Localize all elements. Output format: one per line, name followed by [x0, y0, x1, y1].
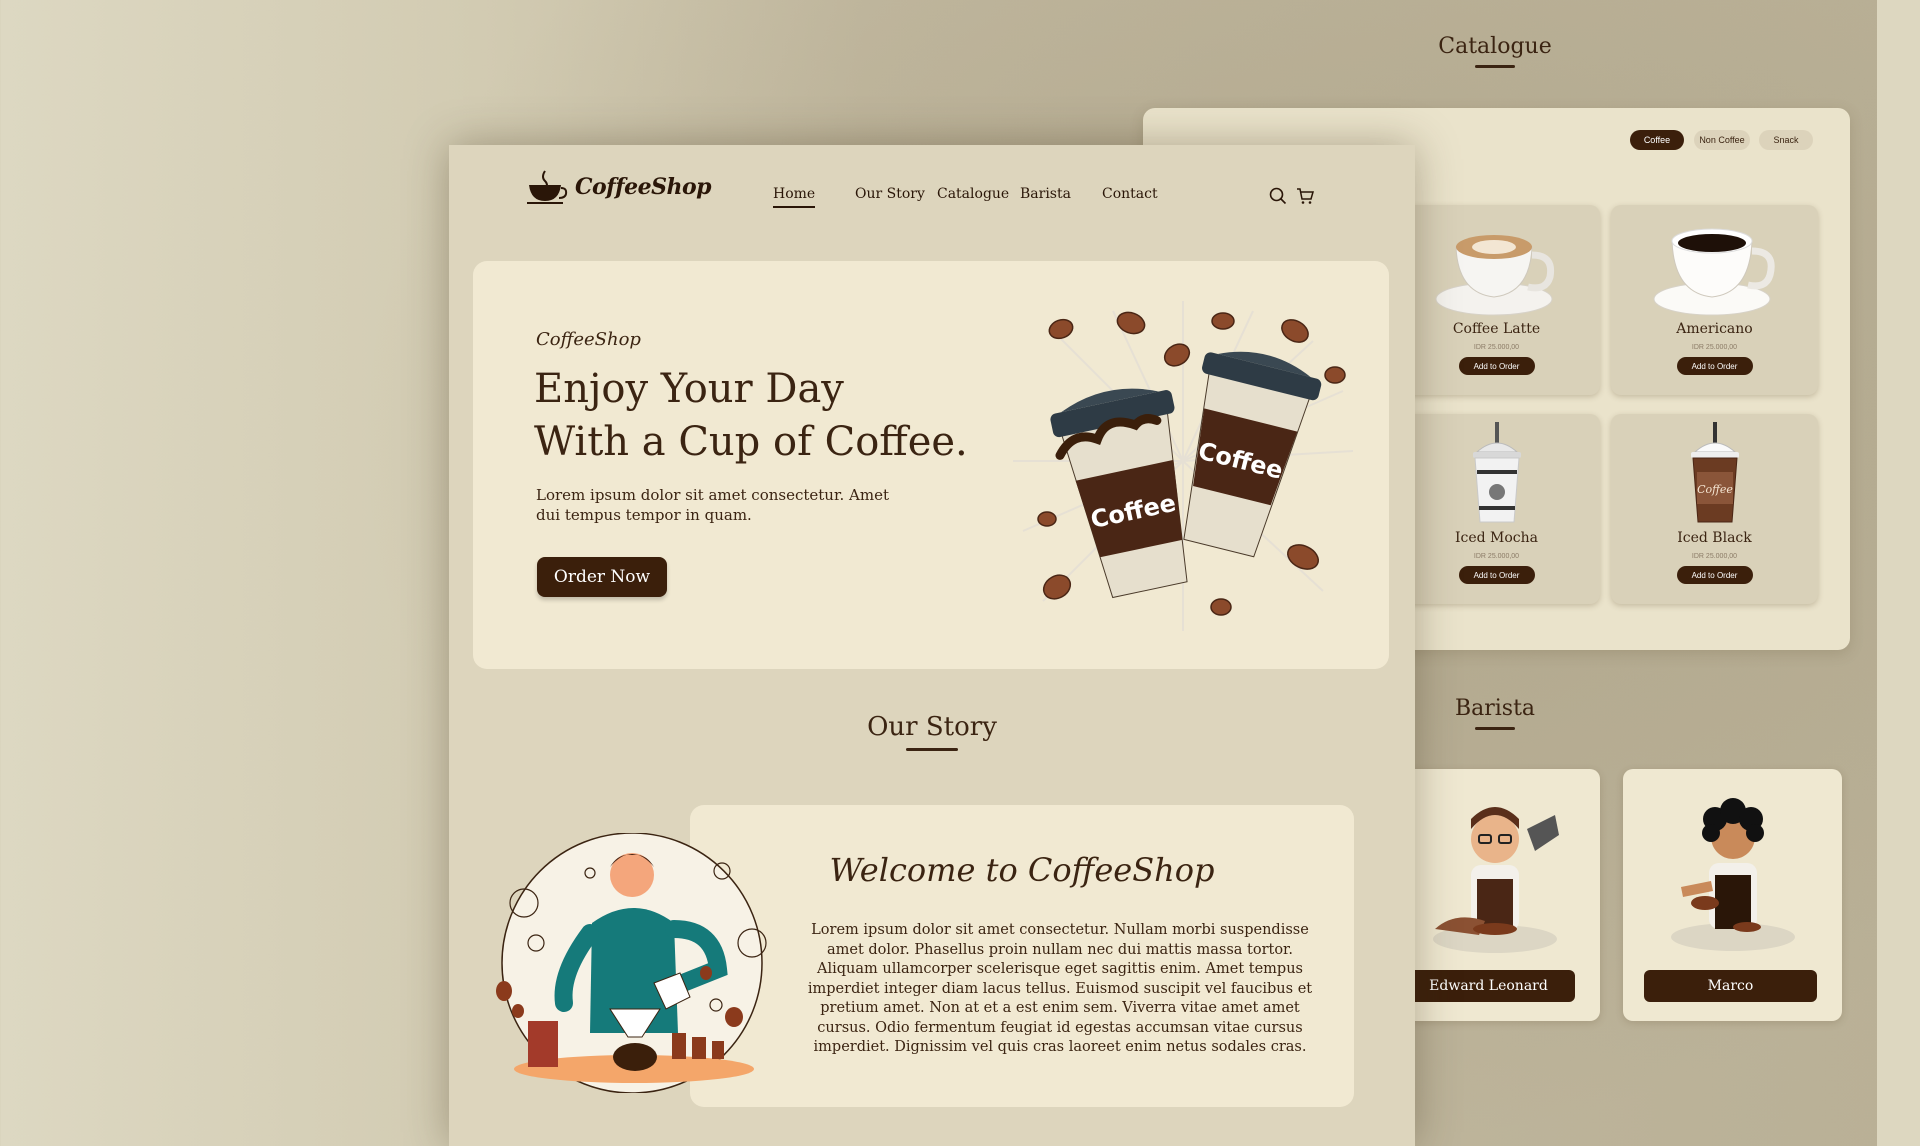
search-icon[interactable] [1269, 187, 1287, 205]
product-card-iced-black[interactable]: Coffee Iced Black IDR 25.000,00 Add to O… [1611, 414, 1818, 604]
product-name: Iced Mocha [1454, 530, 1539, 546]
add-to-order-button[interactable]: Add to Order [1458, 566, 1535, 584]
iced-black-cup-image: Coffee [1690, 422, 1739, 523]
catalogue-title-text: Catalogue [1438, 34, 1552, 59]
product-name: Americano [1676, 321, 1753, 337]
title-underline [1475, 65, 1515, 68]
nav-home[interactable]: Home [773, 186, 816, 208]
product-name: Coffee Latte [1452, 321, 1541, 337]
hero-title-line2: With a Cup of Coffee. [534, 419, 968, 465]
filter-non-coffee[interactable]: Non Coffee [1694, 130, 1750, 150]
barista-marco-illustration [1671, 798, 1795, 951]
barista-name-label: Marco [1644, 970, 1817, 1002]
barista-title-text: Barista [1454, 696, 1536, 721]
hero-subtitle: Lorem ipsum dolor sit amet consectetur. … [536, 486, 889, 524]
front-page: CoffeeShop Home Our Story Catalogue Bari… [449, 145, 1415, 1146]
order-now-button[interactable]: Order Now [537, 557, 667, 597]
iced-mocha-cup-image [1472, 422, 1521, 523]
product-card-iced-mocha[interactable]: Iced Mocha IDR 25.000,00 Add to Order [1393, 414, 1600, 604]
product-card-americano[interactable]: Americano IDR 25.000,00 Add to Order [1611, 205, 1818, 395]
cup-label: Coffee [1697, 483, 1733, 496]
americano-cup-image [1653, 228, 1775, 316]
nav-contact[interactable]: Contact [1102, 186, 1158, 202]
nav-barista[interactable]: Barista [1020, 186, 1071, 202]
product-price: IDR 25.000,00 [1691, 344, 1738, 351]
our-story-title-text: Our Story [867, 712, 997, 742]
coffee-cups-illustration: Coffee Coffee [1013, 301, 1353, 631]
logo-text: CoffeeShop [575, 174, 712, 200]
story-panel: Welcome to CoffeeShop Lorem ipsum dolor … [690, 805, 1354, 1107]
barista-card-marco[interactable]: Marco [1623, 769, 1842, 1021]
catalogue-section-title: Catalogue [1420, 34, 1570, 68]
add-to-order-button[interactable]: Add to Order [1458, 357, 1535, 375]
hero-title-line1: Enjoy Your Day [534, 366, 844, 412]
background-strip [1877, 0, 1920, 1146]
product-name: Iced Black [1677, 530, 1752, 546]
filter-coffee[interactable]: Coffee [1630, 130, 1684, 150]
add-to-order-button[interactable]: Add to Order [1676, 357, 1753, 375]
title-underline [1475, 727, 1515, 730]
hero-section: CoffeeShop Enjoy Your Day With a Cup of … [473, 261, 1389, 669]
filter-snack[interactable]: Snack [1759, 130, 1813, 150]
our-story-section-title: Our Story [449, 712, 1415, 751]
barista-pouring-illustration [496, 833, 767, 1093]
title-underline [906, 748, 958, 751]
nav-catalogue[interactable]: Catalogue [937, 186, 1009, 202]
coffee-cup-logo-icon [527, 170, 568, 204]
product-price: IDR 25.000,00 [1691, 553, 1738, 560]
hero-title: Enjoy Your Day With a Cup of Coffee. [534, 363, 974, 469]
story-paragraph: Lorem ipsum dolor sit amet consectetur. … [807, 922, 1313, 1055]
nav-our-story[interactable]: Our Story [855, 186, 925, 202]
product-price: IDR 25.000,00 [1473, 553, 1520, 560]
latte-cup-image [1435, 235, 1554, 316]
barista-name-label: Edward Leonard [1402, 970, 1575, 1002]
logo[interactable]: CoffeeShop [525, 167, 712, 207]
product-card-coffee-latte[interactable]: Coffee Latte IDR 25.000,00 Add to Order [1393, 205, 1600, 395]
barista-edward-illustration [1433, 807, 1559, 953]
product-price: IDR 25.000,00 [1473, 344, 1520, 351]
cart-icon[interactable] [1296, 187, 1314, 205]
welcome-heading: Welcome to CoffeeShop [829, 851, 1215, 889]
barista-section-title: Barista [1420, 696, 1570, 730]
add-to-order-button[interactable]: Add to Order [1676, 566, 1753, 584]
hero-brand: CoffeeShop [536, 329, 641, 350]
